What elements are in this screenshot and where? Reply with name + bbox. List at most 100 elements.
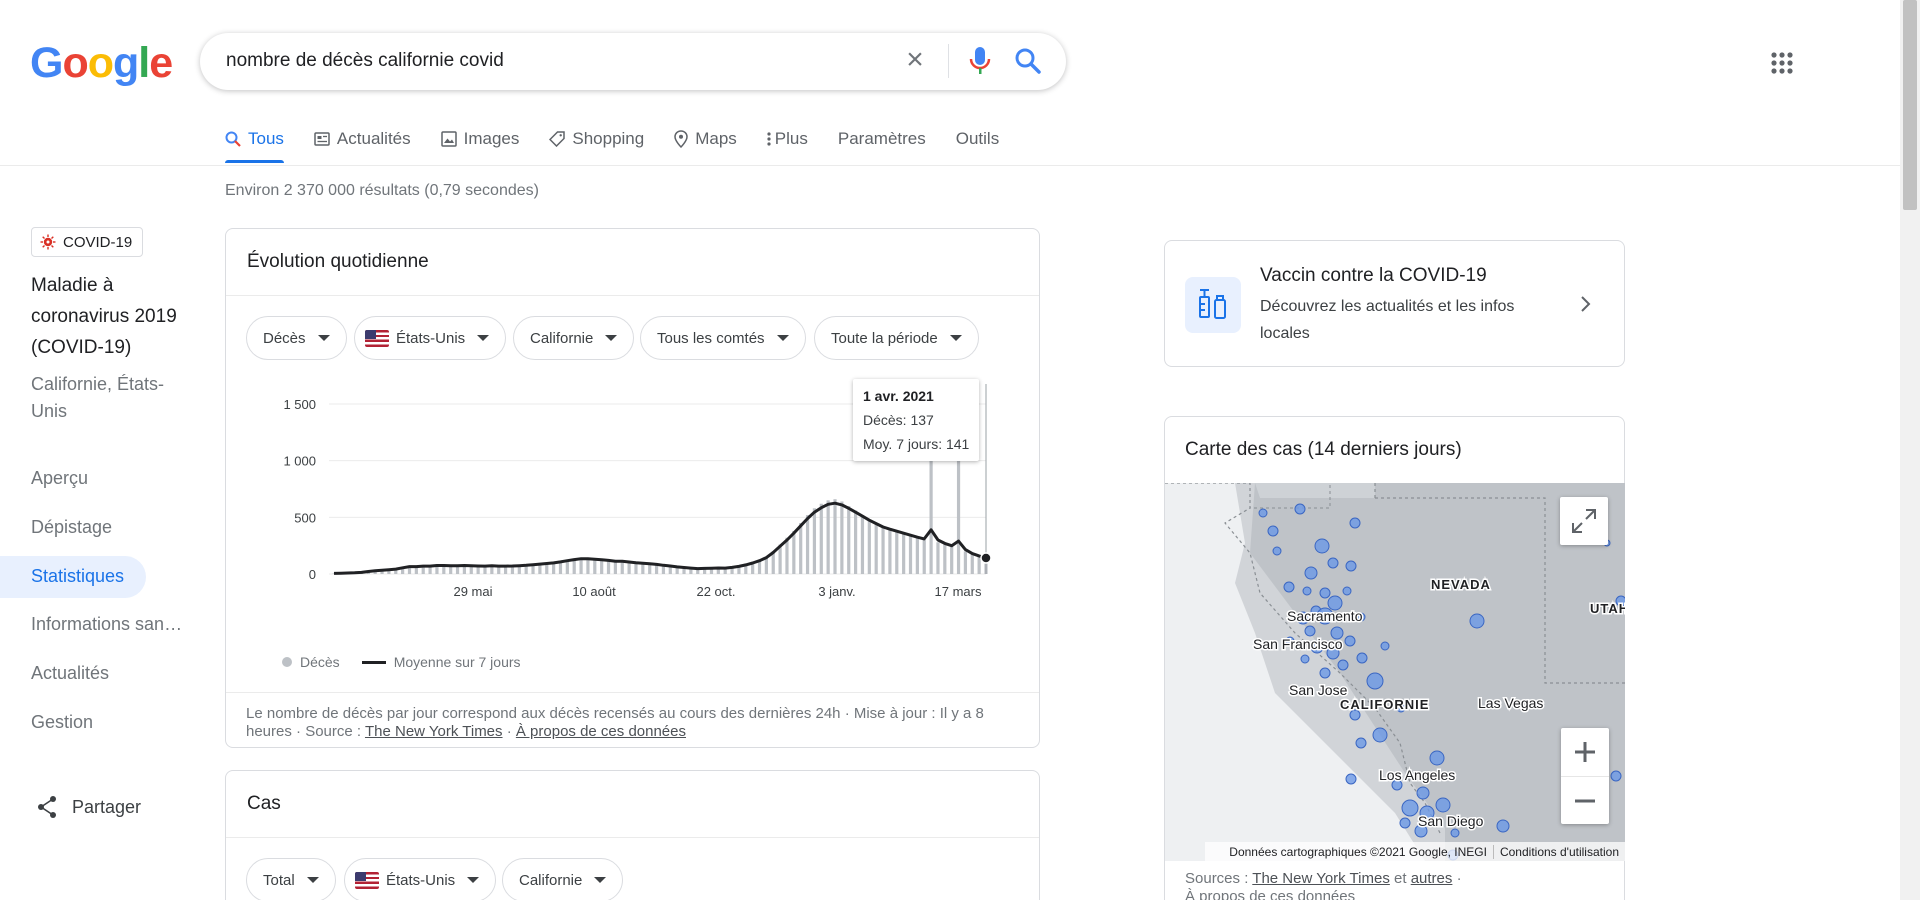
search-input[interactable]: nombre de décès californie covid (226, 50, 504, 72)
search-box[interactable]: nombre de décès californie covid × (200, 33, 1066, 90)
vaccine-icon (1199, 289, 1226, 319)
filter-periode[interactable]: Toute la période (814, 316, 979, 360)
deaths-bar (620, 560, 624, 574)
sidebar-item-depistage[interactable]: Dépistage (31, 517, 112, 538)
sidebar-item-informations[interactable]: Informations san… (31, 614, 182, 635)
deaths-bar (606, 560, 611, 574)
chevron-right-icon (1581, 296, 1591, 312)
attribution-text: Données cartographiques ©2021 Google, IN… (1229, 844, 1487, 859)
zoom-in-button[interactable] (1561, 728, 1609, 776)
deaths-bar (874, 523, 878, 574)
news-icon (314, 132, 330, 146)
filter-pays[interactable]: États-Unis (354, 316, 507, 360)
x-tick-label: 17 mars (935, 584, 982, 599)
sidebar-item-gestion[interactable]: Gestion (31, 712, 93, 733)
deaths-bar (600, 559, 604, 574)
tab-shopping[interactable]: Shopping (549, 125, 644, 153)
x-tick-label: 10 août (572, 584, 616, 599)
vaccine-icon-box (1185, 277, 1241, 333)
map-label-utah: UTAH (1590, 601, 1625, 616)
caret-down-icon (605, 335, 618, 341)
nyt-source-link[interactable]: The New York Times (1252, 870, 1390, 887)
more-icon (767, 131, 771, 147)
filter-etat[interactable]: Californie (513, 316, 635, 360)
header-divider (0, 165, 1900, 166)
apps-grid-icon[interactable] (1771, 52, 1793, 74)
zoom-out-button[interactable] (1561, 776, 1609, 824)
deaths-bar (895, 530, 899, 574)
deaths-bar (860, 515, 865, 574)
fullscreen-button[interactable] (1560, 497, 1608, 545)
deaths-bar (613, 561, 617, 574)
deaths-bar (792, 530, 796, 574)
deaths-bar (805, 515, 810, 574)
case-map[interactable]: NEVADA UTAH Sacramento San Francisco San… (1165, 483, 1625, 861)
sidebar-item-actualites[interactable]: Actualités (31, 663, 109, 684)
vaccine-card[interactable]: Vaccin contre la COVID-19 Découvrez les … (1164, 240, 1625, 367)
other-sources-link[interactable]: autres (1411, 870, 1453, 887)
x-tick-label: 29 mai (453, 584, 492, 599)
us-flag-icon (365, 329, 389, 347)
map-label-las-vegas: Las Vegas (1478, 695, 1543, 711)
search-divider (948, 44, 949, 78)
card-title: Évolution quotidienne (247, 251, 429, 272)
filter-etat[interactable]: Californie (502, 858, 624, 900)
terms-link[interactable]: Conditions d'utilisation (1500, 845, 1619, 859)
filter-deces[interactable]: Décès (246, 316, 347, 360)
tab-label: Maps (695, 129, 737, 148)
virus-icon (40, 234, 56, 250)
tab-label: Outils (955, 129, 1000, 148)
mic-icon[interactable] (968, 45, 992, 77)
filter-label: Total (263, 871, 295, 889)
google-logo[interactable]: Google (30, 40, 173, 86)
tab-tous[interactable]: Tous (225, 125, 284, 163)
deaths-bar (847, 506, 851, 574)
share-label: Partager (72, 796, 142, 817)
map-label-san-jose: San Jose (1289, 682, 1348, 698)
about-data-link[interactable]: À propos de ces données (516, 723, 686, 740)
sources-prefix: Sources : (1185, 870, 1249, 887)
tab-outils[interactable]: Outils (956, 125, 999, 153)
tab-actualites[interactable]: Actualités (314, 125, 411, 153)
share-icon (38, 796, 56, 818)
covid-chip[interactable]: COVID-19 (31, 227, 144, 257)
tab-images[interactable]: Images (440, 125, 519, 153)
deaths-bar (929, 451, 933, 574)
tab-label: Shopping (572, 129, 645, 148)
search-icon (225, 131, 241, 147)
x-tick-label: 3 janv. (818, 584, 855, 599)
clear-icon[interactable]: × (900, 45, 930, 76)
sidebar-item-apercu[interactable]: Aperçu (31, 468, 88, 489)
tab-plus[interactable]: Plus (767, 125, 808, 153)
map-about-link[interactable]: À propos de ces données (1185, 888, 1605, 900)
filter-comtes[interactable]: Tous les comtés (640, 316, 806, 360)
filter-pays[interactable]: États-Unis (344, 858, 497, 900)
source-link[interactable]: The New York Times (365, 723, 503, 740)
deaths-bar (867, 519, 871, 574)
map-label-californie: CALIFORNIE (1340, 697, 1429, 712)
map-label-nevada: NEVADA (1431, 577, 1491, 592)
deaths-bar (963, 551, 968, 574)
deaths-bar (956, 455, 961, 574)
y-tick-label: 0 (309, 567, 316, 582)
deaths-bar (572, 559, 576, 574)
caret-down-icon (477, 335, 490, 341)
x-tick-label: 22 oct. (696, 584, 735, 599)
scrollbar-thumb[interactable] (1903, 0, 1917, 210)
deaths-bar (943, 544, 947, 574)
location-label: Californie, États-Unis (31, 374, 165, 421)
deaths-bar (922, 540, 926, 574)
deaths-bar (579, 558, 583, 574)
filter-total[interactable]: Total (246, 858, 336, 900)
deaths-bar (627, 562, 631, 574)
tab-maps[interactable]: Maps (674, 125, 737, 153)
y-tick-label: 1 500 (283, 397, 316, 412)
sidebar-item-statistiques[interactable]: Statistiques (31, 566, 124, 587)
share-button[interactable]: Partager (36, 795, 141, 819)
deaths-bar (840, 501, 844, 574)
deaths-bar (785, 537, 789, 574)
tab-parametres[interactable]: Paramètres (838, 125, 926, 153)
deaths-bar (977, 555, 981, 574)
caret-down-icon (594, 877, 607, 883)
search-icon[interactable] (1014, 47, 1042, 75)
